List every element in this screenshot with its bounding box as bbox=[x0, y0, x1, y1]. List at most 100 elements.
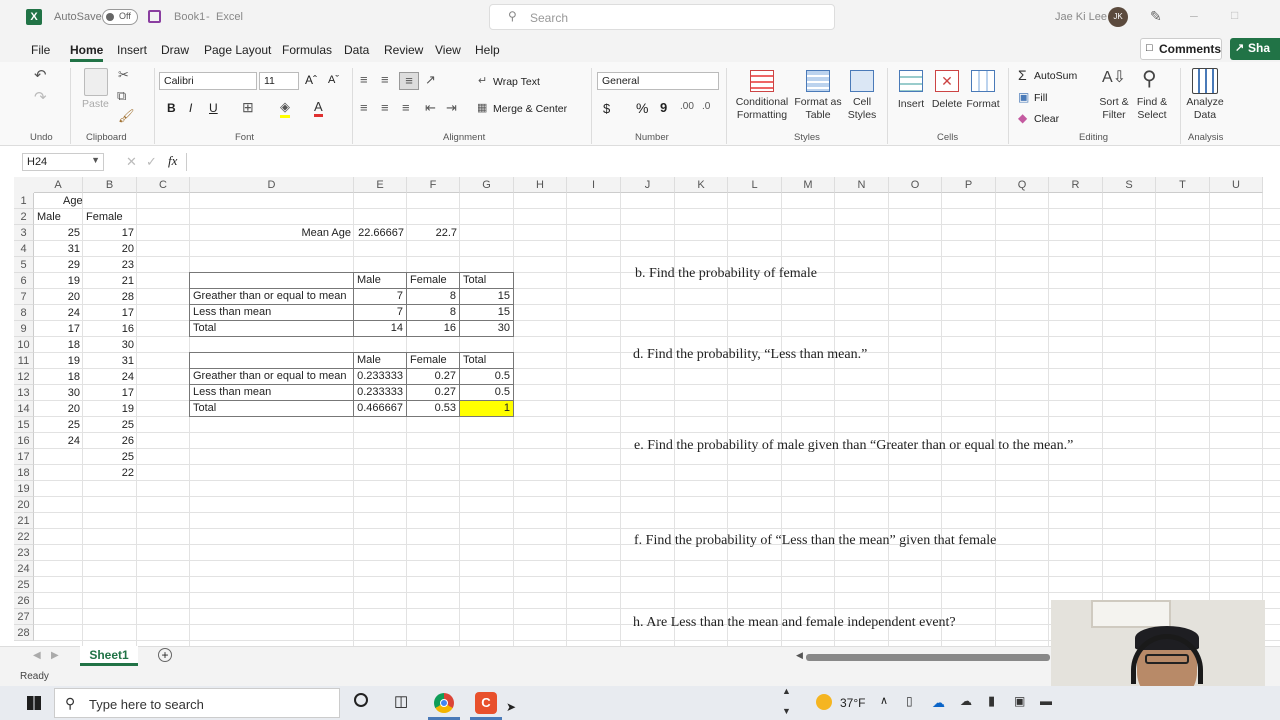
column-header[interactable]: T bbox=[1156, 177, 1210, 193]
mean-age-label[interactable]: Mean Age bbox=[190, 225, 354, 241]
fill-button[interactable]: Fill bbox=[1034, 92, 1047, 104]
next-sheet-icon[interactable]: ▶ bbox=[51, 650, 59, 661]
network-icon[interactable]: ☁ bbox=[960, 694, 972, 708]
increase-font-icon[interactable]: Aˆ bbox=[305, 73, 317, 87]
row-header[interactable]: 17 bbox=[14, 449, 34, 465]
female-age-cell[interactable]: 30 bbox=[83, 337, 137, 353]
prev-sheet-icon[interactable]: ◀ bbox=[33, 650, 41, 661]
delete-button[interactable]: Delete bbox=[929, 98, 965, 111]
enter-icon[interactable]: ✓ bbox=[146, 154, 157, 170]
column-header[interactable]: D bbox=[190, 177, 354, 193]
probability-table-cell[interactable]: 0.27 bbox=[406, 368, 460, 385]
female-age-cell[interactable]: 23 bbox=[83, 257, 137, 273]
female-age-cell[interactable]: 16 bbox=[83, 321, 137, 337]
tab-data[interactable]: Data bbox=[344, 43, 369, 57]
column-header[interactable]: N bbox=[835, 177, 889, 193]
count-table-cell[interactable]: 8 bbox=[406, 304, 460, 321]
column-header[interactable]: L bbox=[728, 177, 782, 193]
align-bottom-icon[interactable]: ≡ bbox=[399, 72, 419, 90]
decrease-font-icon[interactable]: Aˇ bbox=[328, 74, 339, 86]
probability-table-cell[interactable]: 0.53 bbox=[406, 400, 460, 417]
align-center-icon[interactable]: ≡ bbox=[381, 100, 389, 115]
column-header[interactable]: K bbox=[675, 177, 728, 193]
paste-label[interactable]: Paste bbox=[82, 98, 109, 111]
horizontal-scrollbar[interactable] bbox=[806, 654, 1050, 661]
female-age-cell[interactable]: 26 bbox=[83, 433, 137, 449]
delete-cells-icon[interactable]: ✕ bbox=[935, 70, 959, 92]
add-sheet-icon[interactable]: + bbox=[158, 648, 172, 662]
onedrive-icon[interactable]: ☁ bbox=[932, 695, 945, 711]
column-header[interactable]: B bbox=[83, 177, 137, 193]
italic-button[interactable]: I bbox=[189, 101, 192, 115]
number-format-select[interactable]: General bbox=[597, 72, 719, 90]
mean-female-value[interactable]: 22.7 bbox=[407, 225, 460, 241]
row-header[interactable]: 24 bbox=[14, 561, 34, 577]
count-table-row-label[interactable]: Less than mean bbox=[189, 304, 354, 321]
minimize-icon[interactable]: – bbox=[1190, 7, 1198, 23]
male-age-cell[interactable]: 20 bbox=[34, 401, 83, 417]
decrease-decimal-icon[interactable]: .0 bbox=[702, 101, 710, 112]
sort-filter-button[interactable]: Sort & Filter bbox=[1096, 96, 1132, 122]
format-table-icon[interactable] bbox=[806, 70, 830, 92]
probability-table-row-label[interactable]: Less than mean bbox=[189, 384, 354, 401]
conditional-formatting-button[interactable]: Conditional Formatting bbox=[730, 96, 794, 122]
probability-table-header[interactable]: Total bbox=[459, 352, 514, 369]
age-header[interactable]: Age bbox=[60, 193, 114, 209]
meet-icon[interactable]: ▯ bbox=[906, 694, 913, 708]
count-table-cell[interactable]: 16 bbox=[406, 320, 460, 337]
row-header[interactable]: 6 bbox=[14, 273, 34, 289]
save-icon[interactable] bbox=[148, 10, 161, 23]
conditional-formatting-icon[interactable] bbox=[750, 70, 774, 92]
male-header[interactable]: Male bbox=[34, 209, 83, 225]
tab-review[interactable]: Review bbox=[384, 43, 423, 57]
column-header[interactable]: P bbox=[942, 177, 996, 193]
font-color-icon[interactable]: A bbox=[314, 99, 323, 117]
name-box[interactable]: H24 ▼ bbox=[22, 153, 104, 171]
currency-button[interactable]: $ bbox=[603, 101, 610, 116]
cancel-icon[interactable]: ✕ bbox=[126, 154, 137, 170]
probability-table-cell[interactable]: 0.233333 bbox=[353, 368, 407, 385]
insert-button[interactable]: Insert bbox=[895, 98, 927, 111]
align-right-icon[interactable]: ≡ bbox=[402, 100, 410, 115]
male-age-cell[interactable]: 20 bbox=[34, 289, 83, 305]
clear-button[interactable]: Clear bbox=[1034, 113, 1059, 125]
tab-home[interactable]: Home bbox=[70, 43, 104, 62]
male-age-cell[interactable]: 25 bbox=[34, 225, 83, 241]
row-header[interactable]: 27 bbox=[14, 609, 34, 625]
paste-icon[interactable] bbox=[84, 68, 108, 96]
probability-table-cell[interactable]: 0.466667 bbox=[353, 400, 407, 417]
probability-table-cell[interactable]: 0.5 bbox=[459, 368, 514, 385]
row-header[interactable]: 13 bbox=[14, 385, 34, 401]
female-age-cell[interactable]: 24 bbox=[83, 369, 137, 385]
increase-indent-icon[interactable]: ⇥ bbox=[446, 100, 457, 116]
battery-icon[interactable]: ▬ bbox=[1040, 694, 1052, 708]
screen-recorder-icon[interactable]: C bbox=[475, 692, 497, 714]
row-header[interactable]: 10 bbox=[14, 337, 34, 353]
female-age-cell[interactable]: 17 bbox=[83, 385, 137, 401]
font-name-select[interactable]: Calibri bbox=[159, 72, 257, 90]
row-header[interactable]: 19 bbox=[14, 481, 34, 497]
insert-function-icon[interactable]: fx bbox=[168, 153, 177, 169]
female-age-cell[interactable]: 20 bbox=[83, 241, 137, 257]
format-as-table-button[interactable]: Format as Table bbox=[793, 96, 843, 122]
row-header[interactable]: 8 bbox=[14, 305, 34, 321]
male-age-cell[interactable]: 17 bbox=[34, 321, 83, 337]
count-table-row-label[interactable]: Total bbox=[189, 320, 354, 337]
comma-button[interactable]: 9 bbox=[660, 100, 667, 115]
bold-button[interactable]: B bbox=[167, 101, 176, 115]
probability-table-row-label[interactable]: Total bbox=[189, 400, 354, 417]
pen-icon[interactable]: ✎ bbox=[1150, 8, 1162, 25]
cortana-icon[interactable] bbox=[354, 693, 368, 707]
column-header[interactable]: S bbox=[1103, 177, 1156, 193]
row-header[interactable]: 28 bbox=[14, 625, 34, 641]
scroll-left-icon[interactable]: ◀ bbox=[796, 650, 803, 661]
maximize-icon[interactable]: □ bbox=[1231, 8, 1238, 22]
row-header[interactable]: 11 bbox=[14, 353, 34, 369]
underline-button[interactable]: U bbox=[209, 101, 218, 115]
row-header[interactable]: 22 bbox=[14, 529, 34, 545]
tab-page-layout[interactable]: Page Layout bbox=[204, 43, 271, 57]
count-table-cell[interactable]: 8 bbox=[406, 288, 460, 305]
female-age-cell[interactable]: 28 bbox=[83, 289, 137, 305]
insert-cells-icon[interactable] bbox=[899, 70, 923, 92]
column-header[interactable]: G bbox=[460, 177, 514, 193]
